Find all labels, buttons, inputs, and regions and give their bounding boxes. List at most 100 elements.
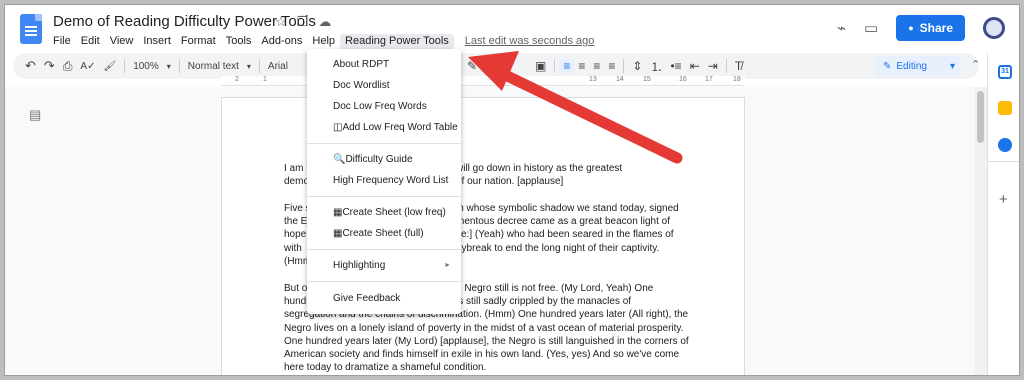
menu-view[interactable]: View bbox=[105, 34, 139, 49]
menu-edit[interactable]: Edit bbox=[76, 34, 105, 49]
font-select[interactable]: Arial bbox=[264, 61, 292, 72]
menu-format[interactable]: Format bbox=[176, 34, 221, 49]
cloud-status-icon[interactable]: ☁ bbox=[318, 14, 331, 30]
add-addon-icon[interactable]: + bbox=[999, 191, 1008, 208]
document-page[interactable]: I am h will go down in history as the gre… bbox=[221, 97, 745, 375]
menubar: File Edit View Insert Format Tools Add-o… bbox=[48, 34, 599, 49]
menu-file[interactable]: File bbox=[48, 34, 76, 49]
menu-divider bbox=[307, 281, 461, 282]
app-window: Demo of Reading Difficulty Power Tools ☆… bbox=[4, 4, 1020, 376]
calendar-icon[interactable]: 31 bbox=[998, 65, 1012, 79]
clear-formatting-icon[interactable]: T̸ bbox=[731, 59, 746, 73]
star-icon[interactable]: ☆ bbox=[275, 14, 287, 30]
pencil-icon: ✎ bbox=[883, 60, 892, 72]
ruler-tick: 18 bbox=[733, 76, 741, 83]
header: Demo of Reading Difficulty Power Tools ☆… bbox=[5, 5, 1019, 53]
style-select[interactable]: Normal text bbox=[184, 61, 243, 72]
menu-item-create-sheet-low-freq[interactable]: ▦Create Sheet (low freq) bbox=[307, 206, 461, 220]
menu-item-doc-low-freq-words[interactable]: Doc Low Freq Words bbox=[307, 100, 461, 114]
menu-divider bbox=[307, 143, 461, 144]
move-folder-icon[interactable]: ❐ bbox=[297, 14, 309, 30]
divider bbox=[725, 59, 727, 73]
reading-power-tools-menu: About RDPT Doc Wordlist Doc Low Freq Wor… bbox=[307, 49, 461, 314]
menu-item-highlighting[interactable]: Highlighting ► bbox=[307, 259, 461, 273]
menu-help[interactable]: Help bbox=[307, 34, 340, 49]
menu-tools[interactable]: Tools bbox=[221, 34, 257, 49]
ruler-tick: 13 bbox=[589, 76, 597, 83]
menu-reading-power-tools[interactable]: Reading Power Tools bbox=[340, 34, 454, 49]
submenu-arrow-icon: ► bbox=[444, 262, 451, 269]
align-left-icon[interactable]: ≡ bbox=[559, 59, 575, 73]
last-edit-link[interactable]: Last edit was seconds ago bbox=[460, 34, 600, 49]
share-button[interactable]: ● Share bbox=[896, 15, 965, 41]
text-fragment: hundr bbox=[284, 296, 310, 308]
undo-icon[interactable]: ↶ bbox=[21, 58, 40, 74]
numbered-list-icon[interactable]: ⒈ bbox=[646, 58, 666, 75]
document-canvas: ▤ I am h will go down in history as the g… bbox=[5, 87, 975, 375]
docs-logo-icon[interactable] bbox=[20, 14, 42, 44]
line-spacing-icon[interactable]: ⇕ bbox=[628, 59, 646, 73]
decrease-indent-icon[interactable]: ⇤ bbox=[686, 59, 704, 73]
text-fragment: ce:] (Yeah) who had been seared in the f… bbox=[456, 229, 674, 241]
text-line: here today to dramatize a shameful condi… bbox=[284, 362, 487, 374]
increase-indent-icon[interactable]: ⇥ bbox=[704, 59, 722, 73]
text-fragment: is still sadly crippled by the manacles … bbox=[456, 296, 632, 308]
redo-icon[interactable]: ↷ bbox=[40, 58, 59, 74]
text-fragment: demo bbox=[284, 176, 310, 188]
menu-divider bbox=[307, 249, 461, 250]
text-fragment: of our nation. [applause] bbox=[456, 176, 564, 188]
style-caret-icon[interactable]: ▾ bbox=[243, 62, 255, 71]
zoom-select[interactable]: 100% bbox=[129, 61, 163, 72]
text-fragment: with bbox=[284, 242, 302, 254]
divider bbox=[258, 59, 260, 73]
menu-addons[interactable]: Add-ons bbox=[256, 34, 307, 49]
menu-item-doc-wordlist[interactable]: Doc Wordlist bbox=[307, 79, 461, 93]
lock-icon: ● bbox=[908, 23, 914, 33]
paint-format-icon[interactable]: 🖌 bbox=[99, 61, 120, 72]
text-line: American society and finds himself in ex… bbox=[284, 349, 680, 361]
ruler-tick: 2 bbox=[235, 76, 239, 83]
divider bbox=[124, 59, 126, 73]
zoom-caret-icon[interactable]: ▾ bbox=[163, 62, 175, 71]
comment-history-icon[interactable]: ▭ bbox=[864, 19, 878, 37]
ruler-tick: 14 bbox=[616, 76, 624, 83]
tasks-icon[interactable] bbox=[998, 138, 1012, 152]
editing-label: Editing bbox=[896, 60, 927, 72]
print-icon[interactable]: ⎙ bbox=[59, 59, 77, 74]
spellcheck-icon[interactable]: A✓ bbox=[76, 61, 99, 72]
activity-trend-icon[interactable]: ⌁ bbox=[837, 19, 846, 37]
align-center-icon[interactable]: ≡ bbox=[574, 59, 589, 73]
menu-insert[interactable]: Insert bbox=[138, 34, 176, 49]
ruler-tick: 1 bbox=[263, 76, 267, 83]
ruler[interactable]: 2 1 13 14 15 16 17 18 bbox=[221, 76, 745, 86]
menu-item-create-sheet-full[interactable]: ▦Create Sheet (full) bbox=[307, 227, 461, 241]
editing-mode-select[interactable]: ✎ Editing ▾ bbox=[875, 56, 961, 76]
ruler-tick: 15 bbox=[643, 76, 651, 83]
text-fragment: e Negro still is not free. (My Lord, Yea… bbox=[456, 283, 654, 294]
text-fragment: aybreak to end the long night of their c… bbox=[456, 242, 660, 254]
align-right-icon[interactable]: ≡ bbox=[589, 59, 604, 73]
header-actions: ⌁ ▭ ● Share bbox=[837, 15, 1005, 41]
keep-icon[interactable] bbox=[998, 101, 1012, 115]
insert-image-icon[interactable]: ▣ bbox=[531, 59, 550, 73]
divider bbox=[554, 59, 556, 73]
avatar[interactable] bbox=[983, 17, 1005, 39]
text-fragment: in whose symbolic shadow we stand today,… bbox=[456, 203, 679, 214]
text-fragment: the E bbox=[284, 216, 308, 228]
bulleted-list-icon[interactable]: •≡ bbox=[666, 59, 685, 73]
menu-item-about-rdpt[interactable]: About RDPT bbox=[307, 58, 461, 72]
document-outline-icon[interactable]: ▤ bbox=[29, 107, 41, 123]
divider bbox=[623, 59, 625, 73]
vertical-scrollbar[interactable] bbox=[975, 87, 987, 375]
menu-item-difficulty-guide[interactable]: 🔍Difficulty Guide bbox=[307, 153, 461, 167]
divider bbox=[178, 59, 180, 73]
menu-item-add-low-freq-word-table[interactable]: ◫Add Low Freq Word Table bbox=[307, 121, 461, 135]
menu-item-give-feedback[interactable]: Give Feedback bbox=[307, 292, 461, 306]
menu-item-high-frequency-word-list[interactable]: High Frequency Word List bbox=[307, 174, 461, 188]
pen-icon[interactable]: ✎ bbox=[463, 59, 481, 73]
title-icons: ☆ ❐ ☁ bbox=[275, 14, 331, 30]
scroll-thumb[interactable] bbox=[977, 91, 984, 143]
text-fragment: will go down in history as the greatest bbox=[456, 163, 623, 174]
align-justify-icon[interactable]: ≡ bbox=[604, 59, 619, 73]
collapse-menus-icon[interactable]: ⌃ bbox=[971, 58, 980, 71]
